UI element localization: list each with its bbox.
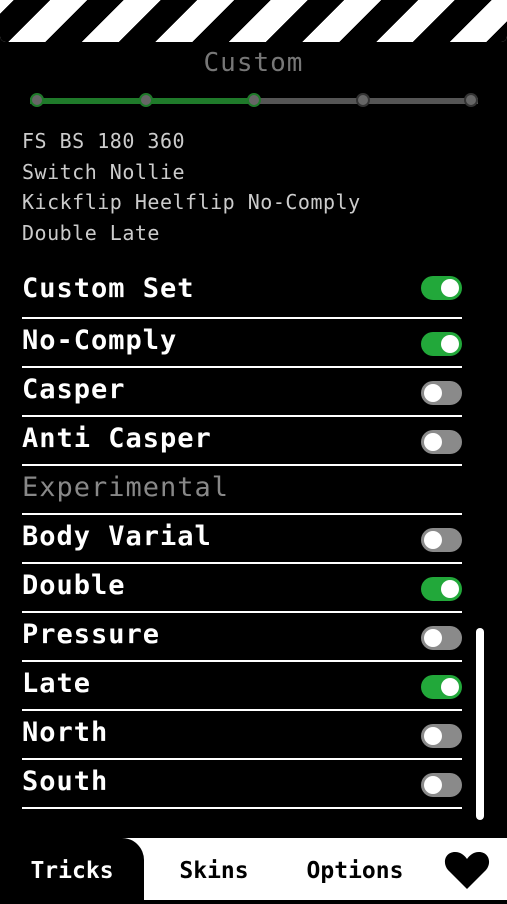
list-item[interactable]: Pressure: [22, 613, 462, 662]
summary-line: Double Late: [22, 220, 160, 245]
toggle-knob: [441, 335, 459, 353]
list-item-label: Body Varial: [22, 521, 212, 552]
custom-set-row[interactable]: Custom Set: [22, 268, 462, 308]
list-item[interactable]: South: [22, 760, 462, 809]
heart-icon[interactable]: [444, 850, 490, 890]
progress-step-dot: [30, 93, 44, 107]
trick-list[interactable]: ImpossibleNo-ComplyCasperAnti CasperExpe…: [0, 268, 507, 823]
list-item[interactable]: Casper: [22, 368, 462, 417]
tab-options[interactable]: Options: [284, 838, 426, 900]
list-item-label: Anti Casper: [22, 423, 212, 454]
list-item-label: Double: [22, 570, 126, 601]
scrollbar[interactable]: [476, 628, 484, 820]
toggle-knob: [424, 531, 442, 549]
toggle-knob: [424, 727, 442, 745]
progress-step-dot: [355, 93, 370, 107]
list-item[interactable]: No-Comply: [22, 319, 462, 368]
list-item-label: Late: [22, 668, 92, 699]
list-item-toggle[interactable]: [421, 626, 462, 650]
clapper-stripes: [0, 0, 507, 42]
list-item[interactable]: Body Varial: [22, 515, 462, 564]
tab-tricks[interactable]: Tricks: [0, 838, 144, 900]
list-item-label: Casper: [22, 374, 126, 405]
list-item-toggle[interactable]: [421, 332, 462, 356]
list-item-toggle[interactable]: [421, 724, 462, 748]
toggle-knob: [424, 629, 442, 647]
list-item-toggle[interactable]: [421, 381, 462, 405]
toggle-knob: [424, 776, 442, 794]
summary-line: Kickflip Heelflip No-Comply: [22, 190, 361, 214]
toggle-knob: [441, 279, 459, 297]
list-item-toggle[interactable]: [421, 528, 462, 552]
summary-line: FS BS 180 360: [22, 129, 186, 153]
list-item-label: Experimental: [22, 472, 230, 503]
list-item-label: No-Comply: [22, 325, 178, 356]
toggle-knob: [441, 678, 459, 696]
list-item[interactable]: Double: [22, 564, 462, 613]
bottom-nav: Tricks Skins Options: [0, 838, 507, 900]
list-item-toggle[interactable]: [421, 675, 462, 699]
clapperboard-header: [0, 0, 507, 42]
trick-summary: FS BS 180 360 Switch Nollie Kickflip Hee…: [22, 126, 492, 248]
toggle-knob: [424, 433, 442, 451]
toggle-knob: [424, 384, 442, 402]
list-item-label: Pressure: [22, 619, 161, 650]
progress-track: [30, 93, 478, 108]
list-item[interactable]: Anti Casper: [22, 417, 462, 466]
list-item-toggle[interactable]: [421, 430, 462, 454]
tab-skins[interactable]: Skins: [144, 838, 284, 900]
custom-set-label: Custom Set: [22, 273, 195, 304]
list-item-label: South: [22, 766, 109, 797]
list-item-label: North: [22, 717, 109, 748]
toggle-knob: [441, 580, 459, 598]
section-header: Experimental: [22, 466, 462, 515]
list-item-toggle[interactable]: [421, 577, 462, 601]
custom-set-toggle[interactable]: [421, 276, 462, 300]
list-item[interactable]: Late: [22, 662, 462, 711]
progress-step-dot: [138, 93, 153, 107]
progress-step-dot: [247, 93, 261, 107]
list-item-toggle[interactable]: [421, 773, 462, 797]
summary-line: Switch Nollie: [22, 159, 186, 184]
list-item[interactable]: North: [22, 711, 462, 760]
page-title: Custom: [203, 48, 304, 78]
progress-step-dot: [464, 93, 478, 107]
